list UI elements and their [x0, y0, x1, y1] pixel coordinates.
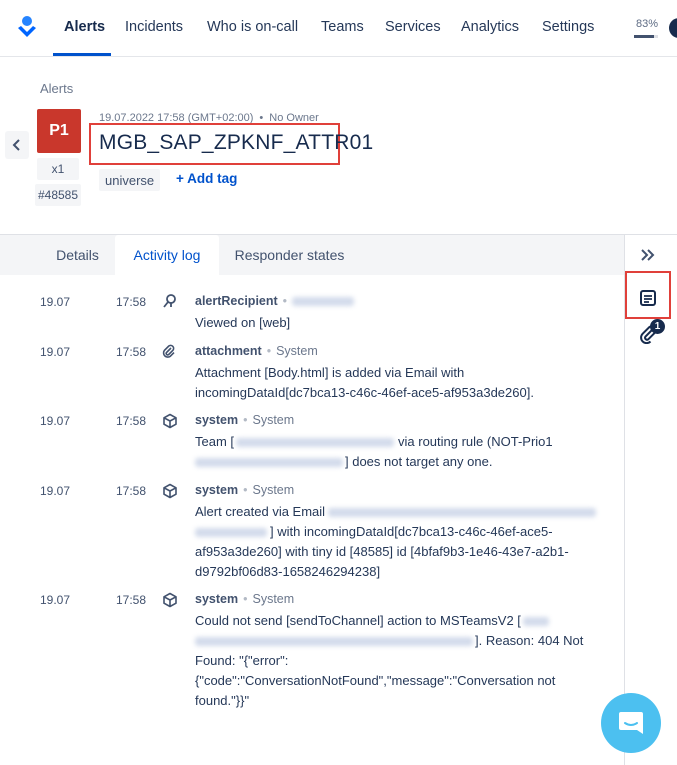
entry-line: Could not send [sendToChannel] action to…: [195, 611, 607, 631]
activity-entry: 19.07 17:58 system • System Alert created …: [0, 481, 620, 585]
entry-source: System: [252, 413, 295, 427]
entry-line: Alert created via Email: [195, 502, 607, 522]
chat-icon: [619, 712, 643, 734]
nav-teams[interactable]: Teams: [321, 19, 364, 35]
entry-time: 17:58: [116, 345, 147, 359]
attachment-count-badge: 1: [650, 319, 665, 334]
redacted-text: [522, 617, 549, 627]
nav-who-is-on-call[interactable]: Who is on-call: [207, 19, 298, 35]
entry-type: attachment: [195, 344, 262, 358]
entry-source: System: [252, 592, 295, 606]
entry-type: system: [195, 483, 239, 497]
tag-universe[interactable]: universe: [99, 169, 161, 191]
entry-line: Team [ via routing rule (NOT-Prio1: [195, 432, 607, 452]
add-tag-button[interactable]: + Add tag: [176, 171, 237, 186]
entry-line: incomingDataId[dc7bca13-c46c-46ef-ace5-a…: [195, 385, 534, 400]
entry-line: Attachment [Body.html] is added via Emai…: [195, 365, 465, 380]
entry-type: system: [195, 592, 239, 606]
entry-line: d9792bf06d83-1658246294238]: [195, 564, 381, 579]
redacted-text: [195, 458, 343, 468]
activity-log-icon[interactable]: [636, 286, 660, 310]
entry-time: 17:58: [116, 484, 147, 498]
entry-time: 17:58: [116, 295, 147, 309]
entry-body: Attachment [Body.html] is added via Emai…: [195, 363, 607, 403]
entry-line: ] does not target any one.: [195, 452, 607, 472]
redacted-text: [195, 637, 473, 647]
active-nav-indicator: [53, 53, 111, 56]
entry-time: 17:58: [116, 414, 147, 428]
entry-time: 17:58: [116, 593, 147, 607]
entry-source: System: [252, 483, 295, 497]
entry-source: System: [276, 344, 318, 358]
entry-date: 19.07: [40, 593, 71, 607]
redacted-text: [292, 297, 355, 307]
redacted-text: [195, 528, 267, 538]
entry-text: Could not send [sendToChannel] action to…: [195, 613, 521, 628]
tiny-id: #48585: [35, 184, 81, 206]
paperclip-icon: [162, 344, 180, 362]
activity-entry: 19.07 17:58 attachment • System Attachment…: [0, 342, 620, 404]
opsgenie-logo-icon[interactable]: [16, 15, 38, 39]
entry-type: system: [195, 413, 239, 427]
entry-date: 19.07: [40, 295, 71, 309]
cube-icon: [162, 413, 180, 431]
nav-settings[interactable]: Settings: [542, 19, 594, 35]
chat-support-button[interactable]: [601, 693, 661, 753]
priority-badge[interactable]: P1: [37, 109, 81, 153]
entry-line: af953a3de260] with tiny id [48585] id [4…: [195, 544, 569, 559]
entry-body: Viewed on [web]: [195, 313, 607, 333]
entry-header: system • System: [195, 592, 295, 606]
activity-entry: 19.07 17:58 system • System Team [ via rout…: [0, 411, 620, 475]
nav-incidents[interactable]: Incidents: [125, 19, 183, 35]
redacted-text: [328, 508, 597, 518]
entry-text: ] with incomingDataId[dc7bca13-c46c-46ef…: [270, 524, 553, 539]
entry-line: Found: "{"error":: [195, 653, 289, 668]
entry-text: via routing rule (NOT-Prio1: [398, 434, 553, 449]
redacted-text: [236, 438, 395, 448]
entry-line: ] with incomingDataId[dc7bca13-c46c-46ef…: [195, 522, 607, 542]
entry-line: {"code":"ConversationNotFound","message"…: [195, 673, 556, 688]
nav-services[interactable]: Services: [385, 19, 441, 35]
back-button[interactable]: [5, 131, 29, 159]
breadcrumb[interactable]: Alerts: [40, 81, 73, 96]
entry-date: 19.07: [40, 484, 71, 498]
entry-line: found."}}": [195, 693, 250, 708]
activity-entry: 19.07 17:58 alertRecipient • Viewed on [w…: [0, 292, 620, 338]
alert-count: x1: [37, 158, 79, 180]
alert-recipient-icon: [162, 293, 180, 311]
alert-title: MGB_SAP_ZPKNF_ATTR01: [99, 131, 374, 154]
nav-alerts[interactable]: Alerts: [64, 19, 105, 35]
progress-bar: [634, 35, 658, 38]
collapse-panel-icon[interactable]: [637, 245, 659, 265]
entry-date: 19.07: [40, 345, 71, 359]
entry-date: 19.07: [40, 414, 71, 428]
top-nav: Alerts Incidents Who is on-call Teams Se…: [0, 0, 677, 57]
tab-details[interactable]: Details: [40, 235, 115, 275]
entry-line: ]. Reason: 404 Not: [195, 631, 607, 651]
nav-analytics[interactable]: Analytics: [461, 19, 519, 35]
chevron-left-icon: [12, 139, 20, 151]
entry-body: Could not send [sendToChannel] action to…: [195, 611, 607, 711]
entry-body: Team [ via routing rule (NOT-Prio1 ] does…: [195, 432, 607, 472]
entry-text: ]. Reason: 404 Not: [475, 633, 584, 648]
entry-header: attachment • System: [195, 344, 318, 358]
entry-header: system • System: [195, 413, 295, 427]
entry-header: alertRecipient •: [195, 294, 355, 308]
progress-bar-fill: [634, 35, 654, 38]
entry-body: Alert created via Email ] with incomingD…: [195, 502, 607, 582]
entry-header: system • System: [195, 483, 295, 497]
tab-responder-states[interactable]: Responder states: [219, 235, 360, 275]
entry-text: Alert created via Email: [195, 504, 326, 519]
entry-type: alertRecipient: [195, 294, 278, 308]
progress-text: 83%: [636, 18, 659, 30]
user-avatar[interactable]: [669, 18, 677, 38]
tab-bar: Details Activity log Responder states: [0, 235, 624, 275]
entry-text: Team [: [195, 434, 235, 449]
tab-activity-log[interactable]: Activity log: [115, 235, 219, 275]
activity-entry: 19.07 17:58 system • System Could not send…: [0, 590, 620, 714]
cube-icon: [162, 592, 180, 610]
entry-line: Viewed on [web]: [195, 315, 291, 330]
entry-text: ] does not target any one.: [345, 454, 493, 469]
cube-icon: [162, 483, 180, 501]
